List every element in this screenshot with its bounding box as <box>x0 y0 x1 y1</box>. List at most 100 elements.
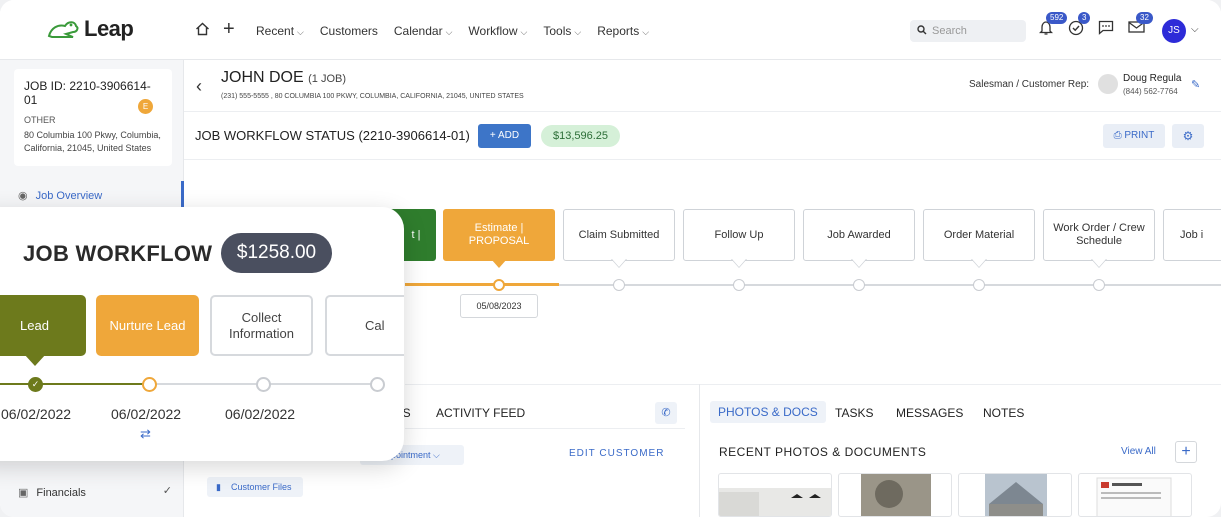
mail-badge: 32 <box>1136 12 1153 24</box>
stage-job-awarded[interactable]: Job Awarded <box>803 209 915 261</box>
photo-thumbnail[interactable] <box>718 473 832 517</box>
file-icon: ▮ <box>216 482 221 492</box>
add-button[interactable]: + ADD <box>478 124 531 148</box>
nav-tools[interactable]: Tools ⌵ <box>543 24 581 38</box>
settings-button[interactable]: ⚙ <box>1172 124 1204 148</box>
nav-calendar[interactable]: Calendar ⌵ <box>394 24 453 38</box>
photo-thumbnail[interactable] <box>838 473 952 517</box>
stage-estimate[interactable]: Estimate | PROPOSAL <box>443 209 555 261</box>
stage-work-order[interactable]: Work Order / Crew Schedule <box>1043 209 1155 261</box>
overlay-title: JOB WORKFLOW <box>23 241 213 266</box>
document-thumbnail[interactable] <box>1078 473 1192 517</box>
rep-avatar-icon <box>1098 74 1118 94</box>
timeline-progress <box>405 283 559 286</box>
chevron-down-icon: ⌵ <box>433 450 440 460</box>
chevron-down-icon[interactable]: ⌵ <box>1191 24 1199 35</box>
timeline-dot <box>733 279 745 291</box>
timeline-dot <box>853 279 865 291</box>
sidebar-item-label: Financials <box>36 487 86 499</box>
stage-date[interactable]: 05/08/2023 <box>460 294 538 318</box>
logo-text: Leap <box>84 16 134 41</box>
sidebar-item-financials[interactable]: ▣ Financials ✓ <box>0 478 184 506</box>
messages-button[interactable] <box>1098 20 1114 40</box>
add-photo-button[interactable]: + <box>1175 441 1197 463</box>
phone-button[interactable]: ✆ <box>655 402 677 424</box>
tab-activity-feed[interactable]: ACTIVITY FEED <box>436 406 525 420</box>
divider <box>184 159 1221 160</box>
customer-header: ‹ JOHN DOE (1 JOB) (231) 555-5555 , 80 C… <box>184 60 1221 112</box>
timeline-dot <box>613 279 625 291</box>
room-photo-icon <box>719 488 831 516</box>
nav-customers[interactable]: Customers <box>320 24 378 38</box>
overlay-stage-date: 06/02/2022 <box>225 406 296 422</box>
tab-messages[interactable]: MESSAGES <box>896 406 963 420</box>
stage-job-in-progress[interactable]: Job i <box>1163 209 1221 261</box>
rep-name: Doug Regula <box>1123 73 1182 84</box>
tab-tasks[interactable]: TASKS <box>835 406 873 420</box>
overlay-timeline-dot-current <box>142 377 157 392</box>
overlay-stage-nurture-lead[interactable]: Nurture Lead <box>96 295 199 356</box>
customer-files-button[interactable]: ▮ Customer Files <box>207 477 303 497</box>
plus-icon: + <box>489 130 498 141</box>
sidebar-item-label: Job Overview <box>35 190 103 202</box>
timeline-dot-current <box>493 279 505 291</box>
chevron-down-icon: ⌵ <box>445 27 453 37</box>
overlay-stage-lead[interactable]: Lead <box>0 295 86 356</box>
tasks-button[interactable]: 3 <box>1068 12 1091 41</box>
home-icon[interactable] <box>195 22 210 36</box>
stage-pointer <box>1092 259 1106 267</box>
panel-divider <box>699 384 700 517</box>
sidebar-item-job-overview[interactable]: ◉ Job Overview <box>0 181 184 209</box>
overlay-stage-collect-information[interactable]: Collect Information <box>210 295 313 356</box>
plus-icon[interactable]: + <box>223 18 235 41</box>
nav-recent[interactable]: Recent ⌵ <box>256 24 304 38</box>
chevron-down-icon: ⌵ <box>297 27 304 37</box>
job-card: JOB ID: 2210-3906614-01 OTHER 80 Columbi… <box>14 69 172 166</box>
swap-arrows-icon[interactable]: ⇄ <box>140 426 151 442</box>
top-navbar: Leap + Recent ⌵ Customers Calendar ⌵ Workf… <box>0 0 1221 60</box>
overlay-timeline-dot <box>370 377 385 392</box>
user-avatar[interactable]: JS <box>1162 19 1186 43</box>
job-workflow-card-body: JOB WORKFLOW $1258.00 Lead Nurture Lead … <box>0 207 404 461</box>
notifications-badge: 592 <box>1046 12 1068 24</box>
stage-pointer <box>24 354 46 366</box>
stage-pointer <box>972 259 986 267</box>
ceiling-photo-icon <box>861 474 931 516</box>
timeline-dot <box>973 279 985 291</box>
stage-pointer <box>491 259 507 268</box>
view-all-link[interactable]: View All <box>1121 446 1156 457</box>
stage-order-material[interactable]: Order Material <box>923 209 1035 261</box>
mail-button[interactable]: 32 <box>1128 12 1153 39</box>
recent-photos-title: RECENT PHOTOS & DOCUMENTS <box>719 445 927 459</box>
eye-icon: ◉ <box>18 190 28 202</box>
overlay-stage-next[interactable]: Cal <box>325 295 404 356</box>
search-icon <box>917 25 927 35</box>
tab-notes[interactable]: NOTES <box>983 406 1024 420</box>
chat-icon <box>1098 20 1114 35</box>
stage-pointer <box>612 259 626 267</box>
frog-logo-icon <box>47 21 79 38</box>
print-button[interactable]: ⎙ PRINT <box>1103 124 1165 148</box>
leap-logo[interactable]: Leap <box>46 16 134 42</box>
search-input[interactable]: Search <box>910 20 1026 42</box>
main-nav: Recent ⌵ Customers Calendar ⌵ Workflow ⌵ To… <box>256 24 649 38</box>
notifications-button[interactable]: 592 <box>1038 12 1068 41</box>
nav-workflow[interactable]: Workflow ⌵ <box>468 24 527 38</box>
check-icon: ✓ <box>162 485 172 497</box>
nav-reports[interactable]: Reports ⌵ <box>597 24 649 38</box>
tab-photos-docs[interactable]: PHOTOS & DOCS <box>710 401 826 423</box>
pencil-icon[interactable]: ✎ <box>1191 78 1200 91</box>
stage-pointer <box>732 259 746 267</box>
back-arrow-icon[interactable]: ‹ <box>196 76 202 97</box>
customer-name[interactable]: JOHN DOE (1 JOB) <box>221 69 346 87</box>
rep-phone: (844) 562-7764 <box>1123 87 1178 96</box>
overlay-timeline-progress <box>0 383 150 385</box>
photo-thumbnail[interactable] <box>958 473 1072 517</box>
job-category: OTHER <box>24 115 56 125</box>
timeline-dot <box>1093 279 1105 291</box>
overlay-stage-date: 06/02/2022 <box>111 406 182 422</box>
stage-follow-up[interactable]: Follow Up <box>683 209 795 261</box>
stage-claim-submitted[interactable]: Claim Submitted <box>563 209 675 261</box>
print-icon: ⎙ <box>1113 130 1125 141</box>
edit-customer-link[interactable]: EDIT CUSTOMER <box>569 448 664 459</box>
